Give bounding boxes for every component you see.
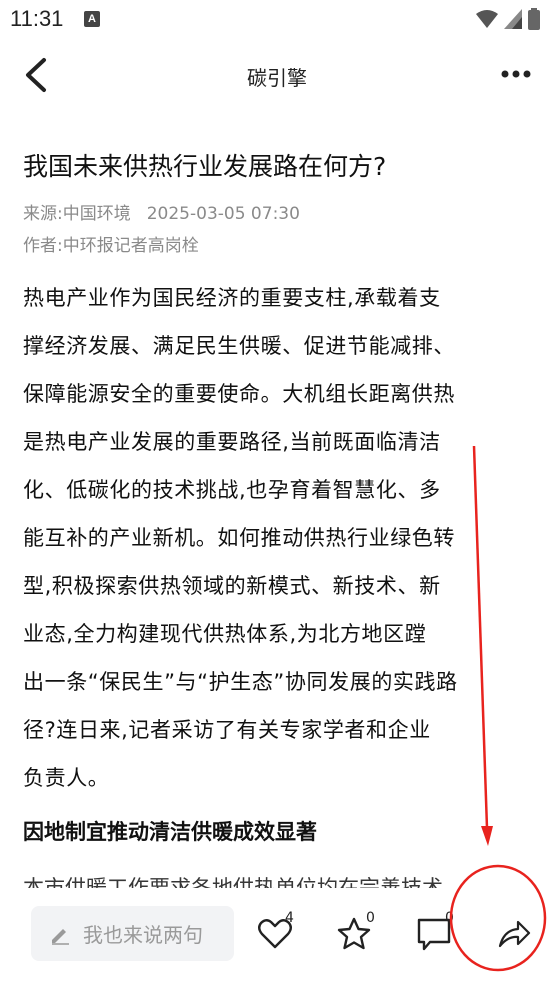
share-arrow-icon[interactable]	[496, 916, 532, 952]
like-count: 4	[285, 910, 294, 926]
article-subheading: 因地制宜推动清洁供暖成效显著	[23, 820, 317, 844]
page-title: 碳引擎	[247, 66, 307, 90]
article-author: 作者:中环报记者高岗栓	[23, 236, 199, 256]
paragraph-line: 撑经济发展、满足民生供暖、促进节能减排、	[23, 334, 455, 358]
status-icons	[476, 8, 540, 30]
more-options-icon[interactable]	[500, 62, 532, 86]
article-date: 2025-03-05 07:30	[146, 204, 300, 224]
paragraph-line: 能互补的产业新机。如何推动供热行业绿色转	[23, 526, 455, 550]
comment-input[interactable]: 我也来说两句	[31, 906, 234, 961]
paragraph-line: 型,积极探索供热领域的新模式、新技术、新	[23, 574, 441, 598]
top-nav-bar: 碳引擎	[0, 38, 554, 110]
comment-placeholder: 我也来说两句	[83, 923, 203, 947]
paragraph-line: 热电产业作为国民经济的重要支柱,承载着支	[23, 286, 441, 310]
wifi-icon	[476, 10, 498, 28]
paragraph-line: 化、低碳化的技术挑战,也孕育着智慧化、多	[23, 478, 441, 502]
comment-count: 0	[445, 910, 454, 926]
signal-icon	[504, 9, 522, 29]
paragraph-line: 是热电产业发展的重要路径,当前既面临清洁	[23, 430, 441, 454]
status-time: 11:31	[10, 6, 64, 31]
paragraph-line: 业态,全力构建现代供热体系,为北方地区蹚	[23, 622, 427, 646]
bottom-action-bar: 我也来说两句 4 0 0	[0, 888, 554, 984]
notification-icon: A	[84, 11, 100, 27]
battery-icon	[528, 8, 540, 30]
article-title: 我国未来供热行业发展路在何方?	[23, 152, 387, 181]
source-row: 来源:中国环境 2025-03-05 07:30	[23, 198, 543, 230]
pencil-icon	[52, 928, 69, 945]
paragraph-line: 出一条“保民生”与“护生态”协同发展的实践路	[23, 670, 458, 694]
status-bar: 11:31 A	[0, 0, 554, 38]
paragraph-line: 负责人。	[23, 766, 110, 790]
paragraph-line: 保障能源安全的重要使命。大机组长距离供热	[23, 382, 455, 406]
paragraph-line: 径?连日来,记者采访了有关专家学者和企业	[23, 718, 431, 742]
article-paragraph: 热电产业作为国民经济的重要支柱,承载着支 撑经济发展、满足民生供暖、促进节能减排…	[23, 274, 543, 802]
article-meta: 来源:中国环境 2025-03-05 07:30 作者:中环报记者高岗栓	[23, 198, 543, 262]
favorite-count: 0	[366, 910, 375, 926]
article-source: 来源:中国环境	[23, 204, 131, 224]
article-content: 我国未来供热行业发展路在何方? 来源:中国环境 2025-03-05 07:30 …	[23, 112, 543, 852]
